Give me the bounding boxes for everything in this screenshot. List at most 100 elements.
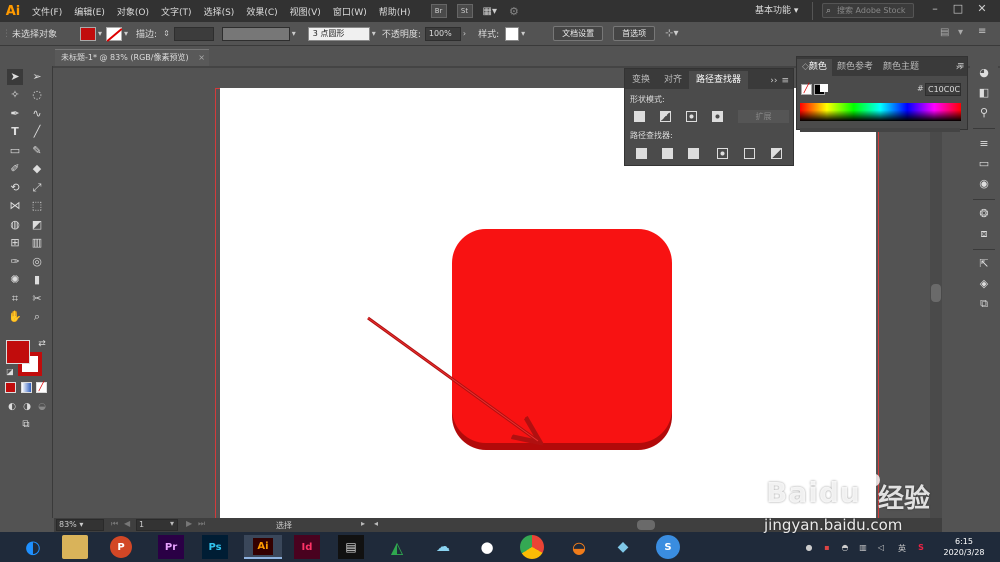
chevron-down-icon[interactable]: ▾ (372, 29, 376, 38)
menu-edit[interactable]: 编辑(E) (68, 5, 111, 18)
gradient-tool-icon[interactable]: ▥ (29, 235, 45, 251)
draw-behind-icon[interactable]: ◑ (19, 399, 35, 415)
chevron-down-icon[interactable]: ▾ (170, 519, 174, 528)
stroke-weight-stepper[interactable]: ⇕ (163, 29, 170, 38)
export-asset-icon[interactable]: ⇱ (976, 256, 992, 272)
chrome-icon[interactable] (520, 535, 544, 559)
color-mode-icon[interactable] (5, 382, 16, 393)
photoshop-icon[interactable]: Ps (202, 535, 228, 559)
gradient-panel-icon[interactable]: ▭ (976, 156, 992, 172)
chevron-right-icon[interactable]: ▸ (361, 519, 365, 528)
chevron-down-icon[interactable]: ▾ (98, 29, 102, 38)
qq-tray-icon[interactable]: ● (804, 543, 814, 553)
menu-help[interactable]: 帮助(H) (373, 5, 417, 18)
exclude-icon[interactable] (712, 111, 723, 122)
default-colors-icon[interactable]: ◪ (2, 364, 18, 380)
mesh-tool-icon[interactable]: ⊞ (7, 235, 23, 251)
free-transform-tool-icon[interactable]: ⬚ (29, 198, 45, 214)
chevron-right-icon[interactable]: › (463, 29, 466, 38)
graphic-styles-icon[interactable]: ⧈ (976, 226, 992, 242)
qq-icon[interactable]: ● (474, 535, 500, 559)
intersect-icon[interactable] (686, 111, 697, 122)
browser-icon[interactable]: ◒ (566, 535, 592, 559)
panel-menu-icon[interactable]: ▾ (958, 27, 963, 38)
artboards-panel-icon[interactable]: ⧉ (976, 296, 992, 312)
stroke-panel-icon[interactable]: ≡ (976, 136, 992, 152)
shaper-tool-icon[interactable]: ✐ (7, 161, 23, 177)
color-themes-icon[interactable]: ⚲ (976, 105, 992, 121)
stock-button[interactable]: St (456, 4, 473, 18)
volume-icon[interactable]: ◁ (876, 543, 886, 553)
minimize-button[interactable]: – (928, 2, 942, 18)
menu-icon[interactable]: ≡ (978, 26, 986, 37)
stock-search-input[interactable]: ⌕ 搜索 Adobe Stock (822, 3, 914, 18)
draw-inside-icon[interactable]: ◒ (34, 399, 50, 415)
outline-icon[interactable] (744, 148, 755, 159)
hand-tool-icon[interactable]: ✋ (7, 309, 23, 325)
next-artboard-icon[interactable]: ▶ (186, 519, 192, 528)
tab-align[interactable]: 对齐 (657, 71, 689, 89)
type-tool-icon[interactable]: T (7, 124, 23, 140)
minus-back-icon[interactable] (771, 148, 782, 159)
stroke-swatch[interactable] (106, 26, 123, 41)
fill-color-box[interactable] (6, 340, 30, 364)
menu-select[interactable]: 选择(S) (198, 5, 241, 18)
media-app-icon[interactable]: ◭ (384, 535, 410, 559)
color-panel-slider[interactable] (800, 128, 960, 132)
fill-swatch[interactable] (80, 26, 96, 41)
tab-color-guide[interactable]: 颜色参考 (832, 59, 878, 76)
chevron-down-icon[interactable]: ▾ (521, 29, 525, 38)
menu-view[interactable]: 视图(V) (284, 5, 327, 18)
white-swatch[interactable] (820, 84, 828, 92)
swap-fill-stroke-icon[interactable]: ⇄ (34, 336, 50, 352)
rotate-tool-icon[interactable]: ⟲ (7, 180, 23, 196)
curvature-tool-icon[interactable]: ∿ (29, 106, 45, 122)
first-artboard-icon[interactable]: ⏮ (111, 519, 118, 529)
menu-file[interactable]: 文件(F) (26, 5, 68, 18)
minus-front-icon[interactable] (660, 111, 671, 122)
style-swatch[interactable] (505, 26, 520, 41)
crop-icon[interactable] (717, 148, 728, 159)
menu-effect[interactable]: 效果(C) (240, 5, 283, 18)
hex-color-input[interactable]: C10C0C (925, 83, 961, 96)
preferences-button[interactable]: 首选项 (613, 26, 656, 41)
tab-transform[interactable]: 变换 (625, 71, 657, 89)
previous-artboard-icon[interactable]: ◀ (124, 519, 130, 528)
input-method-icon[interactable]: 英 (897, 543, 907, 553)
premiere-icon[interactable]: Pr (158, 535, 184, 559)
illustrator-taskbar-item[interactable]: Ai (244, 535, 282, 559)
gradient-mode-icon[interactable] (21, 382, 32, 393)
brush-definition-field[interactable]: 3 点圆形 (307, 26, 370, 41)
slice-tool-icon[interactable]: ✂ (29, 291, 45, 307)
rectangle-tool-icon[interactable]: ▭ (7, 143, 23, 159)
eraser-tool-icon[interactable]: ◆ (29, 161, 45, 177)
cloud-app-icon[interactable]: ☁ (430, 535, 456, 559)
sogou-tray-icon[interactable]: S (916, 543, 926, 553)
opacity-input[interactable]: 100% (424, 26, 461, 41)
menu-window[interactable]: 窗口(W) (327, 5, 373, 18)
horizontal-scroll-thumb[interactable] (637, 520, 655, 530)
unite-icon[interactable] (634, 111, 645, 122)
gpu-performance-icon[interactable]: ⚙ (509, 5, 519, 18)
powerpoint-icon[interactable]: P (110, 536, 132, 558)
chevron-down-icon[interactable]: ▾ (292, 29, 296, 38)
divide-icon[interactable] (636, 148, 647, 159)
scale-tool-icon[interactable]: ⤢ (29, 180, 45, 196)
paintbrush-tool-icon[interactable]: ✎ (29, 143, 45, 159)
color-guide-icon[interactable]: ◧ (976, 85, 992, 101)
red-rounded-square[interactable] (452, 229, 672, 443)
system-clock[interactable]: 6:15 2020/3/28 (940, 536, 988, 558)
notes-app-icon[interactable]: ◆ (610, 535, 636, 559)
indesign-icon[interactable]: Id (294, 535, 320, 559)
pen-tool-icon[interactable]: ✒ (7, 106, 23, 122)
menu-type[interactable]: 文字(T) (155, 5, 198, 18)
chevron-down-icon[interactable]: ▾ (124, 29, 128, 38)
panel-menu-icon[interactable]: ≡ (781, 76, 793, 89)
maximize-button[interactable]: □ (951, 2, 965, 18)
stroke-label[interactable]: 描边: (136, 27, 157, 40)
tab-color-themes[interactable]: 颜色主题 (878, 59, 924, 76)
screen-mode-icon[interactable]: ⧉ (18, 417, 34, 433)
start-button[interactable]: ◐ (20, 535, 46, 559)
document-setup-button[interactable]: 文档设置 (553, 26, 604, 41)
selection-tool-icon[interactable]: ➤ (7, 69, 23, 85)
